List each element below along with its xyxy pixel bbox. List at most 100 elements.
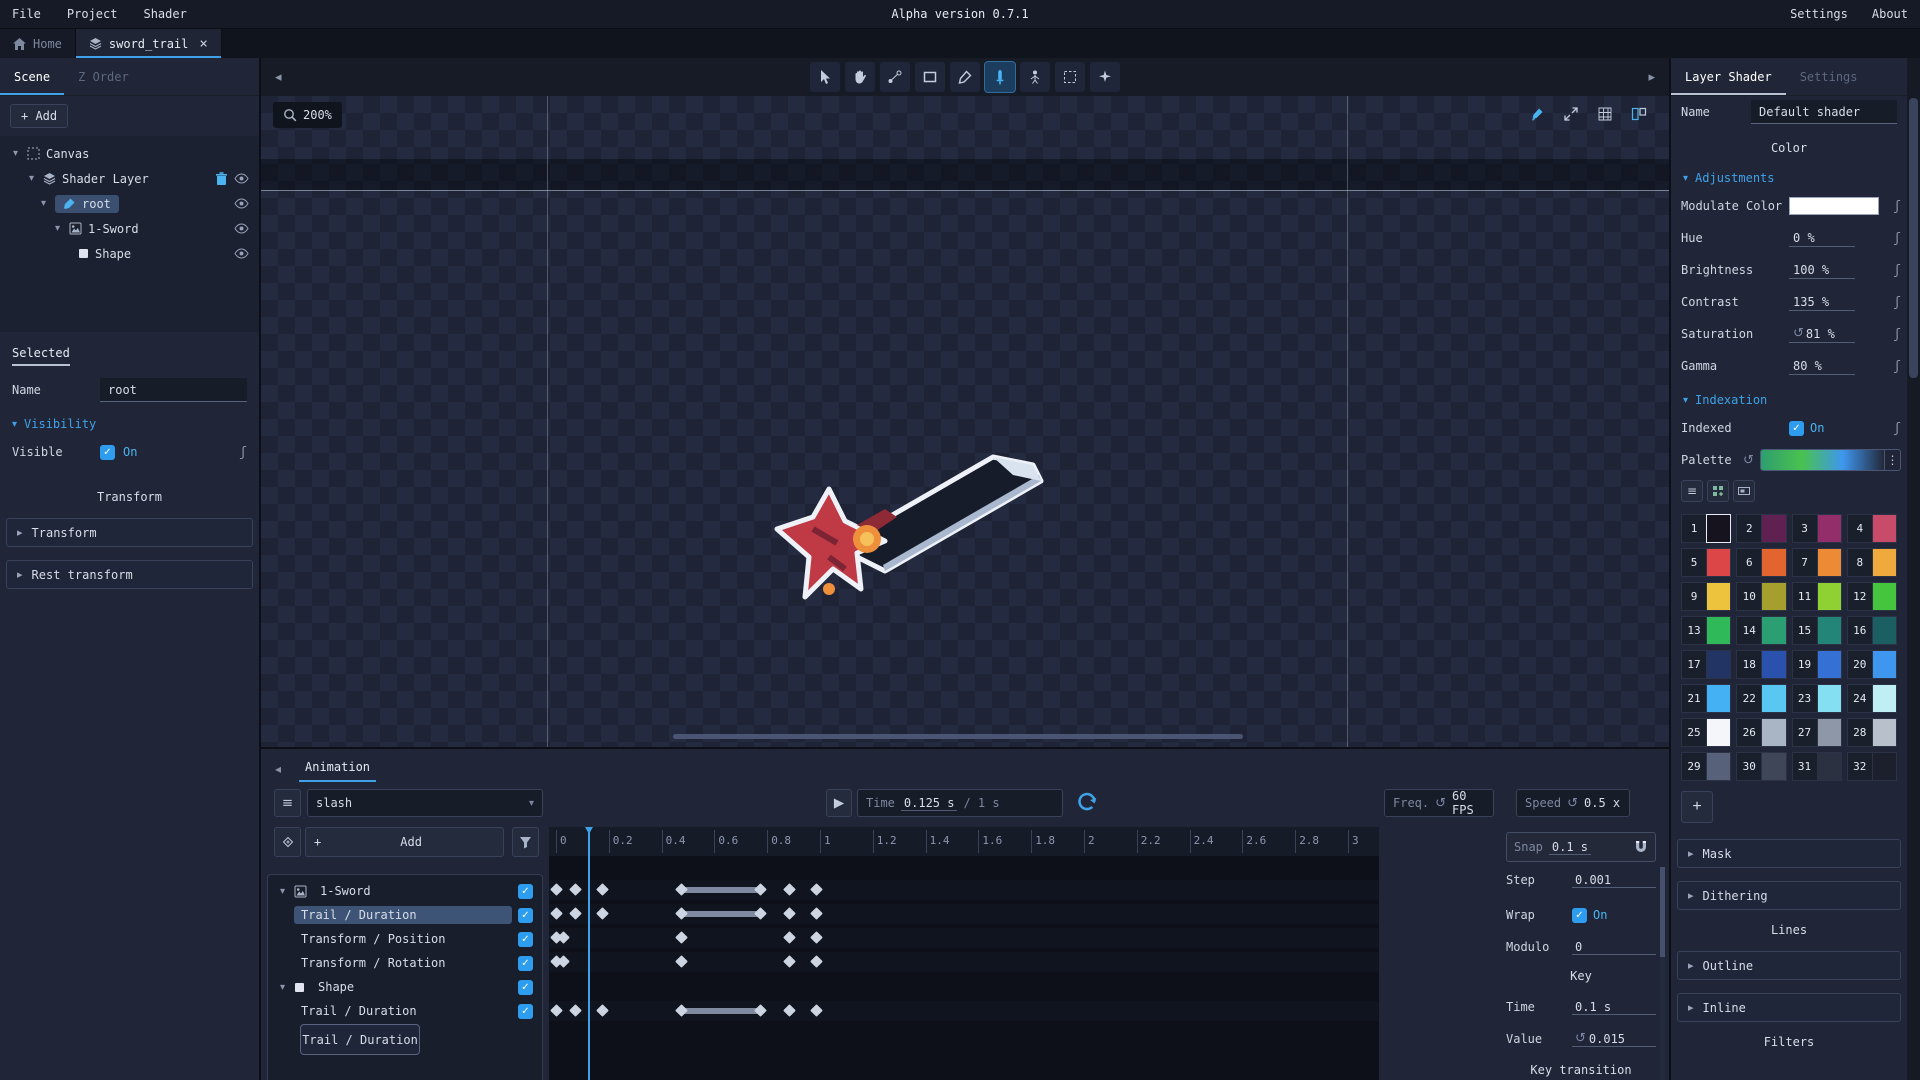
indexed-checkbox[interactable] — [1789, 421, 1804, 436]
palette-swatch[interactable] — [1706, 752, 1731, 781]
timeline-track-row-0[interactable] — [549, 880, 1379, 900]
keyframe-toggle-icon[interactable]: ʃ — [1893, 421, 1901, 436]
keyframe-span-bar[interactable] — [681, 1008, 760, 1014]
keyframe[interactable] — [569, 883, 582, 896]
palette-color-3[interactable]: 3 — [1792, 514, 1842, 543]
menu-item-settings[interactable]: Settings — [1790, 7, 1848, 21]
menu-item-project[interactable]: Project — [67, 7, 118, 21]
reset-icon[interactable]: ↺ — [1575, 1031, 1586, 1046]
keyframe[interactable] — [569, 1004, 582, 1017]
grid-toggle-icon[interactable] — [1593, 102, 1617, 126]
track-enabled-checkbox[interactable] — [518, 884, 533, 899]
keyframe[interactable] — [810, 907, 823, 920]
wrap-checkbox[interactable] — [1572, 908, 1587, 923]
track-enabled-checkbox[interactable] — [518, 980, 533, 995]
timeline-track-row-4[interactable] — [549, 977, 1379, 997]
palette-swatch[interactable] — [1872, 752, 1897, 781]
step-input[interactable]: 0.001 — [1572, 873, 1656, 888]
tab-scene[interactable]: Scene — [0, 58, 64, 95]
eye-icon[interactable] — [234, 248, 249, 259]
palette-color-32[interactable]: 32 — [1847, 752, 1897, 781]
palette-swatch[interactable] — [1706, 514, 1731, 543]
expander-icon[interactable]: ▾ — [10, 148, 21, 159]
palette-color-29[interactable]: 29 — [1681, 752, 1731, 781]
palette-swatch[interactable] — [1761, 752, 1786, 781]
palette-swatch[interactable] — [1761, 684, 1786, 713]
saturation-input[interactable]: ↺81 % — [1789, 325, 1855, 343]
palette-swatch[interactable] — [1817, 582, 1842, 611]
timeline[interactable]: 00.20.40.60.811.21.41.61.822.22.42.62.83 — [549, 827, 1379, 1080]
palette-color-4[interactable]: 4 — [1847, 514, 1897, 543]
menu-item-file[interactable]: File — [12, 7, 41, 21]
palette-swatch[interactable] — [1761, 616, 1786, 645]
tab-sword-trail[interactable]: sword_trail × — [76, 29, 222, 58]
palette-swatch[interactable] — [1706, 650, 1731, 679]
indexation-section-header[interactable]: ▾ Indexation — [1671, 382, 1907, 412]
layout-icon[interactable] — [1627, 102, 1651, 126]
palette-color-11[interactable]: 11 — [1792, 582, 1842, 611]
keyframe[interactable] — [675, 907, 688, 920]
sword-trail-tool[interactable] — [985, 62, 1015, 92]
palette-color-6[interactable]: 6 — [1736, 548, 1786, 577]
track-enabled-checkbox[interactable] — [518, 908, 533, 923]
palette-swatch[interactable] — [1817, 650, 1842, 679]
key-props-scrollbar[interactable] — [1660, 867, 1665, 1080]
visible-checkbox[interactable] — [100, 445, 115, 460]
tree-node-sword[interactable]: ▾ 1-Sword — [0, 216, 259, 241]
scrollbar-thumb[interactable] — [1909, 98, 1918, 378]
palette-color-16[interactable]: 16 — [1847, 616, 1897, 645]
palette-color-20[interactable]: 20 — [1847, 650, 1897, 679]
speed-box[interactable]: Speed ↺ 0.5 x — [1516, 789, 1630, 817]
palette-color-26[interactable]: 26 — [1736, 718, 1786, 747]
palette-color-7[interactable]: 7 — [1792, 548, 1842, 577]
canvas-horizontal-scrollbar[interactable] — [673, 734, 1243, 739]
palette-color-2[interactable]: 2 — [1736, 514, 1786, 543]
right-panel-scrollbar[interactable] — [1907, 58, 1920, 1080]
outline-fold[interactable]: ▸ Outline — [1677, 951, 1901, 980]
palette-color-18[interactable]: 18 — [1736, 650, 1786, 679]
contrast-input[interactable]: 135 % — [1789, 294, 1855, 311]
keyframe[interactable] — [596, 883, 609, 896]
expander-icon[interactable]: ▾ — [26, 173, 37, 184]
tab-layer-shader[interactable]: Layer Shader — [1671, 58, 1786, 95]
track-enabled-checkbox[interactable] — [518, 1004, 533, 1019]
keyframe-toggle-icon[interactable]: ʃ — [239, 445, 247, 460]
palette-color-21[interactable]: 21 — [1681, 684, 1731, 713]
hue-input[interactable]: 0 % — [1789, 230, 1855, 247]
collapse-left-panel-icon[interactable]: ◂ — [275, 70, 282, 85]
inline-fold[interactable]: ▸ Inline — [1677, 993, 1901, 1022]
name-input[interactable]: root — [100, 378, 247, 402]
filter-tracks-button[interactable] — [512, 827, 539, 857]
keyframe[interactable] — [754, 907, 767, 920]
add-node-button[interactable]: + Add — [10, 104, 68, 128]
eye-icon[interactable] — [234, 223, 249, 234]
palette-color-10[interactable]: 10 — [1736, 582, 1786, 611]
palette-swatch[interactable] — [1872, 650, 1897, 679]
keyframe[interactable] — [810, 1004, 823, 1017]
keyframe[interactable] — [754, 1004, 767, 1017]
rectangle-tool[interactable] — [915, 62, 945, 92]
eye-icon[interactable] — [234, 173, 249, 184]
tab-z-order[interactable]: Z Order — [64, 58, 143, 95]
key-time-input[interactable]: 0.1 s — [1572, 1000, 1656, 1015]
animation-select[interactable]: slash ▾ — [307, 789, 543, 817]
snap-box[interactable]: Snap 0.1 s — [1506, 832, 1656, 862]
collapse-bottom-panel-icon[interactable]: ◂ — [275, 762, 281, 776]
palette-color-9[interactable]: 9 — [1681, 582, 1731, 611]
palette-color-5[interactable]: 5 — [1681, 548, 1731, 577]
expander-icon[interactable]: ▾ — [277, 982, 288, 993]
add-keyframe-button[interactable] — [274, 827, 301, 857]
palette-swatch[interactable] — [1761, 548, 1786, 577]
palette-swatch[interactable] — [1706, 548, 1731, 577]
tab-settings[interactable]: Settings — [1786, 58, 1872, 95]
palette-color-25[interactable]: 25 — [1681, 718, 1731, 747]
palette-color-17[interactable]: 17 — [1681, 650, 1731, 679]
eye-icon[interactable] — [234, 198, 249, 209]
trash-icon[interactable] — [215, 172, 228, 186]
palette-color-1[interactable]: 1 — [1681, 514, 1731, 543]
paint-tool[interactable] — [950, 62, 980, 92]
adjustments-section-header[interactable]: ▾ Adjustments — [1671, 160, 1907, 190]
track-enabled-checkbox[interactable] — [518, 932, 533, 947]
expander-icon[interactable]: ▾ — [38, 198, 49, 209]
keyframe[interactable] — [675, 883, 688, 896]
